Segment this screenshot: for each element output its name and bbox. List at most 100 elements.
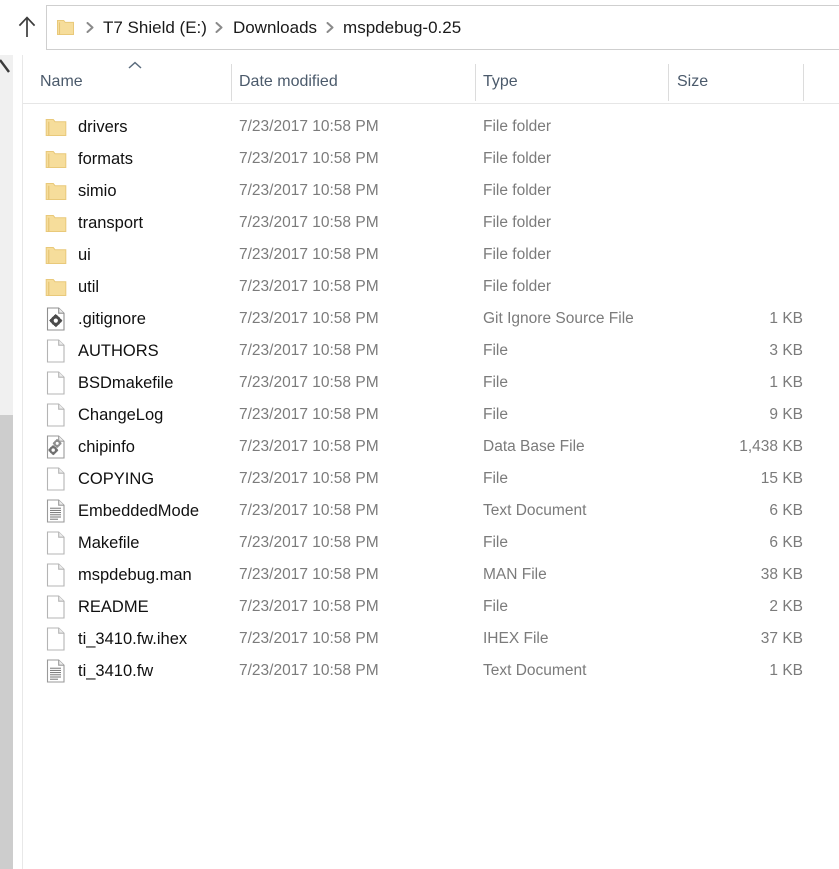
scrollbar-thumb[interactable]: [0, 415, 13, 869]
blank-file-icon: [44, 467, 68, 491]
file-row[interactable]: .gitignore 7/23/2017 10:58 PM Git Ignore S…: [23, 303, 839, 335]
file-name-label: .gitignore: [78, 309, 146, 328]
folder-icon: [44, 211, 68, 235]
file-size: 1,438 KB: [739, 438, 803, 455]
file-date-modified: 7/23/2017 10:58 PM: [239, 470, 379, 487]
file-name-label: simio: [78, 181, 117, 200]
file-row[interactable]: ti_3410.fw.ihex 7/23/2017 10:58 PM IHEX Fi…: [23, 623, 839, 655]
file-explorer-window: T7 Shield (E:) Downloads mspdebug-0.25 N…: [0, 0, 839, 869]
folder-icon: [56, 19, 75, 36]
file-size: [623, 175, 803, 207]
file-type: Text Document: [483, 502, 587, 519]
file-row[interactable]: mspdebug.man 7/23/2017 10:58 PM MAN File 38…: [23, 559, 839, 591]
file-size: [623, 111, 803, 143]
file-name-label: formats: [78, 149, 134, 168]
folder-icon: [44, 179, 68, 203]
file-type: Text Document: [483, 662, 587, 679]
file-type: Data Base File: [483, 438, 585, 455]
column-divider[interactable]: [231, 64, 232, 101]
file-size: [623, 239, 803, 271]
file-type: File folder: [483, 246, 552, 263]
blank-file-icon: [44, 339, 68, 363]
file-date-modified: 7/23/2017 10:58 PM: [239, 630, 379, 647]
file-row[interactable]: formats 7/23/2017 10:58 PM File folder: [23, 143, 839, 175]
breadcrumb-item-current-folder[interactable]: mspdebug-0.25: [341, 19, 463, 36]
file-name-label: README: [78, 597, 149, 616]
file-list: drivers 7/23/2017 10:58 PM File folder form…: [23, 111, 839, 687]
column-header-date-modified[interactable]: Date modified: [239, 60, 338, 103]
scroll-arrow-icon[interactable]: [0, 59, 11, 77]
up-one-level-button[interactable]: [10, 8, 44, 46]
column-header-size[interactable]: Size: [677, 60, 708, 103]
file-name-label: ti_3410.fw: [78, 661, 154, 680]
file-row[interactable]: chipinfo 7/23/2017 10:58 PM Data Base File…: [23, 431, 839, 463]
file-name-label: AUTHORS: [78, 341, 159, 360]
file-date-modified: 7/23/2017 10:58 PM: [239, 534, 379, 551]
file-row[interactable]: ti_3410.fw 7/23/2017 10:58 PM Text Documen…: [23, 655, 839, 687]
file-name-label: chipinfo: [78, 437, 135, 456]
file-size: [623, 207, 803, 239]
file-name-label: ChangeLog: [78, 405, 164, 424]
blank-file-icon: [44, 627, 68, 651]
column-header-type[interactable]: Type: [483, 60, 518, 103]
column-divider[interactable]: [668, 64, 669, 101]
file-row[interactable]: COPYING 7/23/2017 10:58 PM File 15 KB: [23, 463, 839, 495]
file-date-modified: 7/23/2017 10:58 PM: [239, 662, 379, 679]
breadcrumb-item-drive[interactable]: T7 Shield (E:): [101, 19, 209, 36]
file-date-modified: 7/23/2017 10:58 PM: [239, 566, 379, 583]
file-date-modified: 7/23/2017 10:58 PM: [239, 598, 379, 615]
file-row[interactable]: EmbeddedMode 7/23/2017 10:58 PM Text Docum…: [23, 495, 839, 527]
column-divider[interactable]: [803, 64, 804, 101]
file-size: 1 KB: [769, 662, 803, 679]
file-row[interactable]: simio 7/23/2017 10:58 PM File folder: [23, 175, 839, 207]
chevron-right-icon: [79, 22, 101, 33]
file-type: File folder: [483, 118, 552, 135]
file-size: [623, 271, 803, 303]
gears-file-icon: [44, 435, 68, 459]
file-row[interactable]: AUTHORS 7/23/2017 10:58 PM File 3 KB: [23, 335, 839, 367]
file-name-label: mspdebug.man: [78, 565, 192, 584]
column-header-name[interactable]: Name: [40, 60, 83, 103]
header-separator: [23, 103, 839, 104]
file-date-modified: 7/23/2017 10:58 PM: [239, 438, 379, 455]
file-type: File: [483, 534, 508, 551]
file-name-label: ti_3410.fw.ihex: [78, 629, 188, 648]
file-size: 1 KB: [769, 310, 803, 327]
file-size: 9 KB: [769, 406, 803, 423]
file-size: 6 KB: [769, 502, 803, 519]
blank-file-icon: [44, 531, 68, 555]
file-date-modified: 7/23/2017 10:58 PM: [239, 278, 379, 295]
file-type: File folder: [483, 150, 552, 167]
vertical-scrollbar[interactable]: [0, 55, 13, 869]
caret-up-icon: [127, 61, 143, 70]
file-row[interactable]: transport 7/23/2017 10:58 PM File folder: [23, 207, 839, 239]
file-row[interactable]: README 7/23/2017 10:58 PM File 2 KB: [23, 591, 839, 623]
file-name-label: Makefile: [78, 533, 140, 552]
folder-icon: [44, 243, 68, 267]
file-row[interactable]: drivers 7/23/2017 10:58 PM File folder: [23, 111, 839, 143]
file-row[interactable]: util 7/23/2017 10:58 PM File folder: [23, 271, 839, 303]
arrow-up-icon: [18, 16, 36, 37]
address-breadcrumb-bar[interactable]: T7 Shield (E:) Downloads mspdebug-0.25: [46, 5, 839, 50]
file-size: [623, 143, 803, 175]
blank-file-icon: [44, 371, 68, 395]
file-row[interactable]: ui 7/23/2017 10:58 PM File folder: [23, 239, 839, 271]
folder-icon: [44, 275, 68, 299]
file-date-modified: 7/23/2017 10:58 PM: [239, 342, 379, 359]
file-row[interactable]: BSDmakefile 7/23/2017 10:58 PM File 1 KB: [23, 367, 839, 399]
file-row[interactable]: ChangeLog 7/23/2017 10:58 PM File 9 KB: [23, 399, 839, 431]
file-type: File: [483, 406, 508, 423]
text-document-icon: [44, 499, 68, 523]
file-row[interactable]: Makefile 7/23/2017 10:58 PM File 6 KB: [23, 527, 839, 559]
text-document-icon: [44, 659, 68, 683]
file-date-modified: 7/23/2017 10:58 PM: [239, 406, 379, 423]
blank-file-icon: [44, 403, 68, 427]
folder-icon: [44, 115, 68, 139]
file-size: 3 KB: [769, 342, 803, 359]
column-divider[interactable]: [475, 64, 476, 101]
address-bar: T7 Shield (E:) Downloads mspdebug-0.25: [0, 0, 839, 55]
file-name-label: BSDmakefile: [78, 373, 174, 392]
file-type: MAN File: [483, 566, 547, 583]
file-size: 6 KB: [769, 534, 803, 551]
breadcrumb-item-downloads[interactable]: Downloads: [231, 19, 319, 36]
